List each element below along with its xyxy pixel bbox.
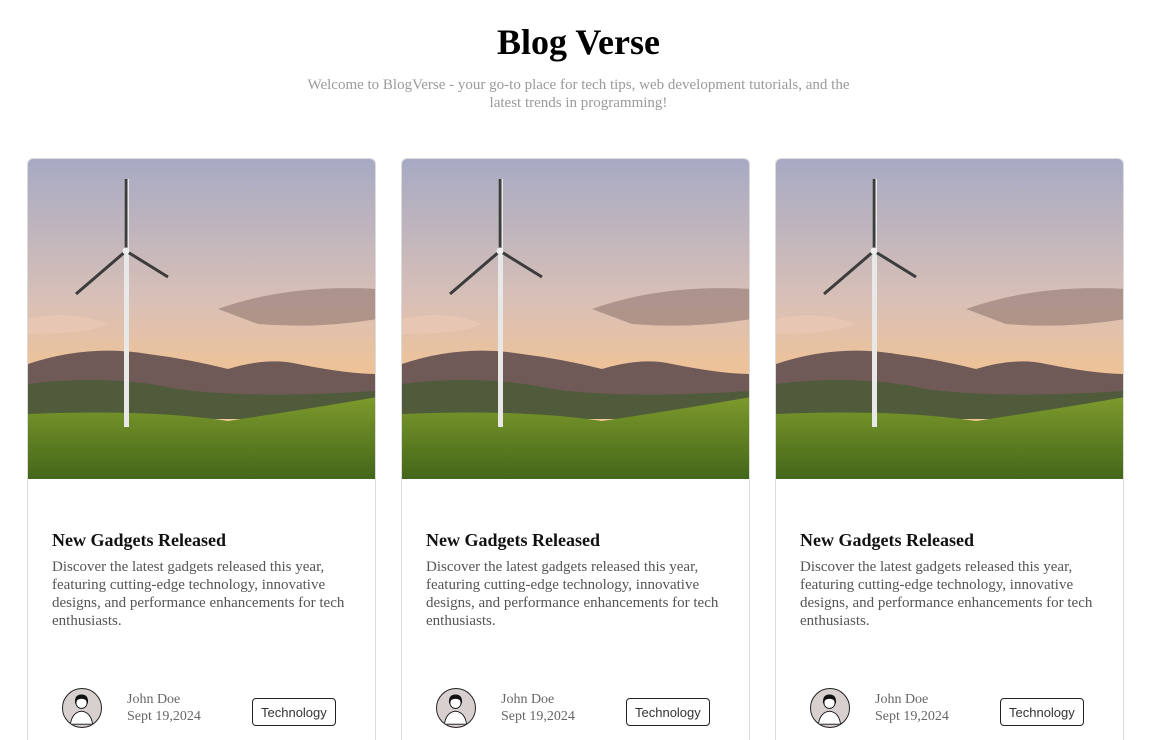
post-card[interactable]: New Gadgets Released Discover the latest… xyxy=(401,158,750,740)
post-title[interactable]: New Gadgets Released xyxy=(426,529,725,551)
site-subtitle: Welcome to BlogVerse - your go-to place … xyxy=(307,77,850,111)
post-description: Discover the latest gadgets released thi… xyxy=(52,559,345,629)
author-info: John Doe Sept 19,2024 xyxy=(501,691,575,725)
post-description: Discover the latest gadgets released thi… xyxy=(800,559,1093,629)
post-card[interactable]: New Gadgets Released Discover the latest… xyxy=(27,158,376,740)
post-content: New Gadgets Released Discover the latest… xyxy=(402,529,749,630)
author-info: John Doe Sept 19,2024 xyxy=(127,691,201,725)
user-avatar-icon xyxy=(436,688,476,728)
blog-page: Blog Verse Welcome to BlogVerse - your g… xyxy=(0,0,1157,740)
user-avatar-icon xyxy=(810,688,850,728)
post-card[interactable]: New Gadgets Released Discover the latest… xyxy=(775,158,1124,740)
author-info: John Doe Sept 19,2024 xyxy=(875,691,949,725)
author-name: John Doe xyxy=(501,692,555,707)
author-name: John Doe xyxy=(875,692,929,707)
post-content: New Gadgets Released Discover the latest… xyxy=(28,529,375,630)
page-header: Blog Verse Welcome to BlogVerse - your g… xyxy=(0,0,1157,112)
post-image[interactable] xyxy=(402,159,750,479)
post-content: New Gadgets Released Discover the latest… xyxy=(776,529,1123,630)
post-date: Sept 19,2024 xyxy=(875,709,949,724)
post-card-grid: New Gadgets Released Discover the latest… xyxy=(27,158,1124,740)
post-image[interactable] xyxy=(28,159,376,479)
post-title[interactable]: New Gadgets Released xyxy=(52,529,351,551)
post-meta: John Doe Sept 19,2024 Technology xyxy=(810,688,1103,730)
category-tag[interactable]: Technology xyxy=(1000,698,1084,726)
post-image[interactable] xyxy=(776,159,1124,479)
post-meta: John Doe Sept 19,2024 Technology xyxy=(436,688,729,730)
post-description: Discover the latest gadgets released thi… xyxy=(426,559,719,629)
site-title: Blog Verse xyxy=(496,22,660,62)
user-avatar-icon xyxy=(62,688,102,728)
post-date: Sept 19,2024 xyxy=(127,709,201,724)
post-meta: John Doe Sept 19,2024 Technology xyxy=(62,688,355,730)
author-name: John Doe xyxy=(127,692,181,707)
post-date: Sept 19,2024 xyxy=(501,709,575,724)
category-tag[interactable]: Technology xyxy=(626,698,710,726)
category-tag[interactable]: Technology xyxy=(252,698,336,726)
post-title[interactable]: New Gadgets Released xyxy=(800,529,1099,551)
